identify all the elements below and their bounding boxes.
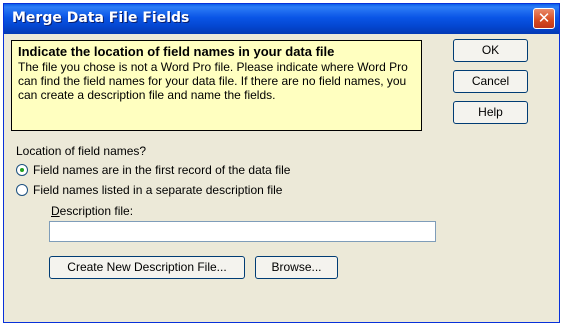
title-bar[interactable]: Merge Data File Fields ✕ xyxy=(4,4,559,34)
hint-text: The file you chose is not a Word Pro fil… xyxy=(18,60,408,102)
cancel-button[interactable]: Cancel xyxy=(453,70,528,93)
description-file-label-rest: escription file: xyxy=(59,204,134,218)
dialog-title: Merge Data File Fields xyxy=(12,10,190,26)
radio-button[interactable] xyxy=(16,183,28,196)
ok-button[interactable]: OK xyxy=(453,39,528,62)
radio-dot xyxy=(20,167,24,172)
location-label: Location of field names? xyxy=(16,144,147,158)
radio-first-record[interactable]: Field names are in the first record of t… xyxy=(16,163,290,179)
description-file-input[interactable] xyxy=(49,221,436,242)
radio-description-file[interactable]: Field names listed in a separate descrip… xyxy=(16,183,282,199)
close-button[interactable]: ✕ xyxy=(533,8,555,29)
create-description-file-button[interactable]: Create New Description File... xyxy=(49,256,245,279)
hint-box: Indicate the location of field names in … xyxy=(11,40,422,131)
description-file-accel: D xyxy=(51,204,60,218)
description-file-label: Description file: xyxy=(51,204,133,218)
hint-title: Indicate the location of field names in … xyxy=(18,44,335,59)
radio-button-selected[interactable] xyxy=(16,163,28,176)
help-button[interactable]: Help xyxy=(453,101,528,124)
browse-button[interactable]: Browse... xyxy=(255,256,338,279)
merge-data-file-fields-dialog: Merge Data File Fields ✕ Indicate the lo… xyxy=(3,3,560,323)
dialog-body: Indicate the location of field names in … xyxy=(4,34,559,322)
radio-first-record-label: Field names are in the first record of t… xyxy=(33,163,291,177)
close-icon: ✕ xyxy=(537,9,551,27)
radio-description-file-label: Field names listed in a separate descrip… xyxy=(33,183,283,197)
